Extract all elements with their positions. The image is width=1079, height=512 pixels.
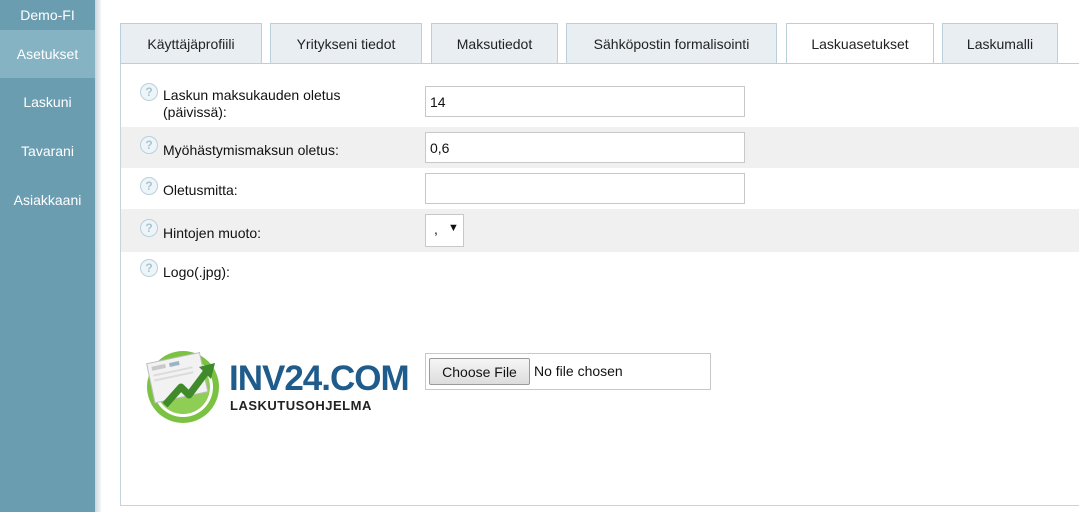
help-icon[interactable]: ? (140, 219, 158, 237)
logo-file-input[interactable]: Choose File No file chosen (425, 353, 711, 390)
late-fee-label: Myöhästymismaksun oletus: (163, 142, 339, 158)
help-icon[interactable]: ? (140, 259, 158, 277)
sidebar-item-asetukset[interactable]: Asetukset (0, 30, 95, 78)
main-content: Käyttäjäprofiili Yritykseni tiedot Maksu… (120, 0, 1079, 512)
form-row-payment-period: ? Laskun maksukauden oletus (päivissä): (121, 77, 1079, 127)
default-unit-label: Oletusmitta: (163, 182, 238, 198)
help-icon[interactable]: ? (140, 83, 158, 101)
price-format-label: Hintojen muoto: (163, 225, 262, 241)
late-fee-input[interactable] (425, 132, 745, 163)
help-icon[interactable]: ? (140, 177, 158, 195)
form-row-default-unit: ? Oletusmitta: (121, 168, 1079, 209)
form-row-price-format: ? Hintojen muoto: , ▼ (121, 209, 1079, 252)
tab-bar: Käyttäjäprofiili Yritykseni tiedot Maksu… (120, 23, 1079, 64)
price-format-value: , (434, 221, 438, 237)
tab-laskuasetukset[interactable]: Laskuasetukset (786, 23, 934, 64)
tab-sahkopostin-formalisointi[interactable]: Sähköpostin formalisointi (566, 23, 777, 63)
sidebar: Demo-FI Asetukset Laskuni Tavarani Asiak… (0, 0, 101, 512)
sidebar-item-asiakkaani[interactable]: Asiakkaani (0, 176, 95, 225)
help-icon[interactable]: ? (140, 136, 158, 154)
price-format-select[interactable]: , ▼ (425, 214, 464, 247)
logo-label: Logo(.jpg): (163, 264, 230, 280)
payment-period-label: Laskun maksukauden oletus (päivissä): (163, 87, 341, 120)
sidebar-item-tavarani[interactable]: Tavarani (0, 127, 95, 176)
tab-laskumalli[interactable]: Laskumalli (942, 23, 1058, 63)
logo-mark-icon (146, 351, 219, 423)
form-row-late-fee: ? Myöhästymismaksun oletus: (121, 127, 1079, 168)
sidebar-item-laskuni[interactable]: Laskuni (0, 78, 95, 127)
sidebar-brand[interactable]: Demo-FI (0, 0, 95, 30)
tab-maksutiedot[interactable]: Maksutiedot (431, 23, 558, 63)
file-status-text: No file chosen (534, 363, 623, 379)
tab-yritykseni-tiedot[interactable]: Yritykseni tiedot (270, 23, 422, 63)
company-logo: INV24.COM LASKUTUSOHJELMA (145, 347, 410, 427)
settings-panel: ? Laskun maksukauden oletus (päivissä): … (120, 63, 1079, 506)
logo-wordmark: INV24.COM (229, 359, 410, 398)
chevron-down-icon: ▼ (448, 222, 459, 234)
payment-period-input[interactable] (425, 86, 745, 117)
tab-kayttajaprofiili[interactable]: Käyttäjäprofiili (120, 23, 262, 63)
default-unit-input[interactable] (425, 173, 745, 204)
choose-file-button[interactable]: Choose File (429, 358, 530, 385)
logo-tagline: LASKUTUSOHJELMA (230, 398, 372, 413)
